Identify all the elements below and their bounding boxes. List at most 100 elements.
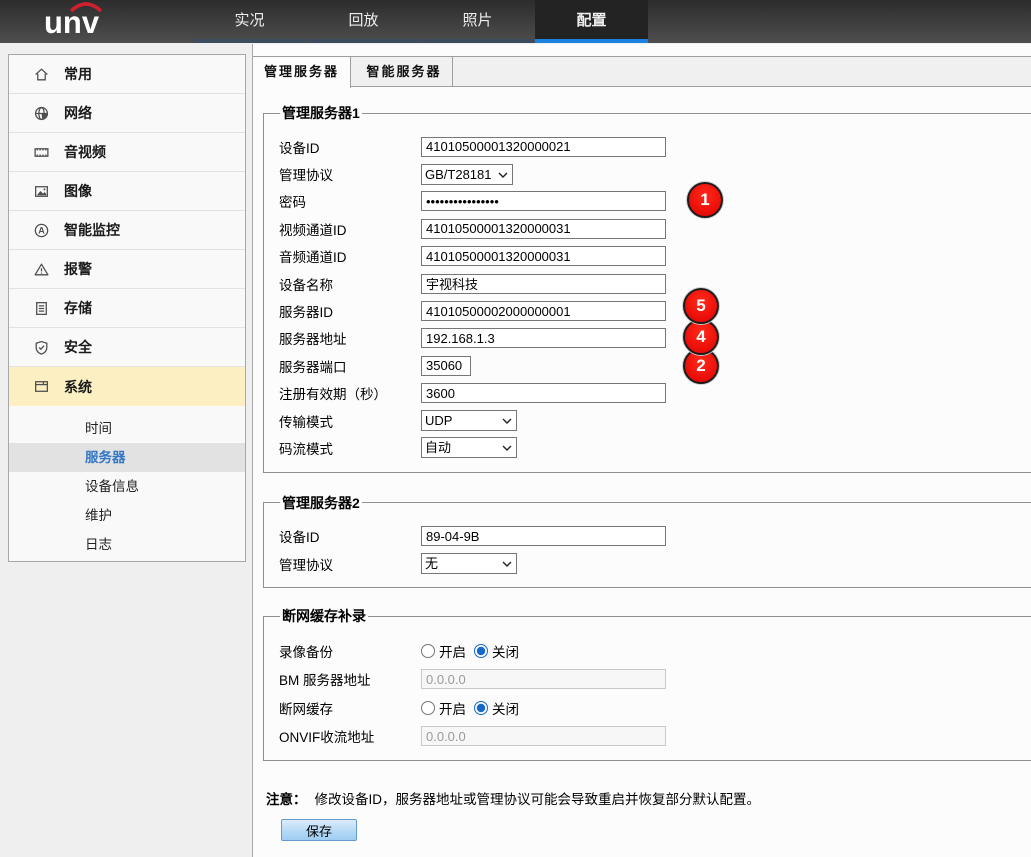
sidebar-subitem-device-info[interactable]: 设备信息 [9, 472, 245, 501]
offline-cache-off-radio[interactable] [474, 701, 488, 715]
form-row: 设备ID [279, 523, 1031, 550]
form-row: ONVIF收流地址 [279, 722, 1031, 751]
tab-management-server[interactable]: 管理服务器 [253, 57, 351, 88]
note-prefix: 注意： [266, 792, 307, 807]
storage-icon [33, 300, 50, 317]
sidebar-subitem-maintenance[interactable]: 维护 [9, 501, 245, 530]
sidebar-item-alarm[interactable]: 报警 [9, 250, 245, 289]
audio-channel-id-input[interactable] [421, 246, 666, 266]
form-row: 录像备份 开启 关闭 [279, 636, 1031, 665]
offline-cache-section: 断网缓存补录 录像备份 开启 关闭 BM 服务器地址 断网缓存 开启 [263, 606, 1031, 761]
form-row: 服务器ID [279, 297, 1031, 324]
stream-mode-label: 码流模式 [279, 438, 421, 458]
form-row: 注册有效期（秒） [279, 380, 1031, 407]
image-icon [33, 183, 50, 200]
server-address-label: 服务器地址 [279, 328, 421, 348]
sidebar-item-system[interactable]: 系统 [9, 367, 245, 406]
sidebar-subitem-log[interactable]: 日志 [9, 530, 245, 559]
offline-cache-off-label[interactable]: 关闭 [492, 698, 519, 718]
video-channel-id-label: 视频通道ID [279, 219, 421, 239]
sidebar-item-image[interactable]: 图像 [9, 172, 245, 211]
onvif-address-label: ONVIF收流地址 [279, 726, 421, 746]
device-id-input[interactable] [421, 137, 666, 157]
device-id2-label: 设备ID [279, 526, 421, 546]
tab-smart-server[interactable]: 智能服务器 [355, 57, 453, 87]
server-port-label: 服务器端口 [279, 356, 421, 376]
form-row: 码流模式 自动 [279, 434, 1031, 461]
section-legend: 管理服务器1 [280, 103, 362, 123]
sidebar-system-submenu: 时间 服务器 设备信息 维护 日志 [9, 406, 245, 559]
protocol-label: 管理协议 [279, 164, 421, 184]
sidebar-item-storage[interactable]: 存储 [9, 289, 245, 328]
alarm-icon [33, 261, 50, 278]
note-text: 注意： 修改设备ID，服务器地址或管理协议可能会导致重启并恢复部分默认配置。 [266, 788, 1031, 808]
bm-server-address-label: BM 服务器地址 [279, 669, 421, 689]
protocol2-label: 管理协议 [279, 554, 421, 574]
offline-cache-label: 断网缓存 [279, 698, 421, 718]
record-backup-off-label[interactable]: 关闭 [492, 641, 519, 661]
device-name-input[interactable] [421, 274, 666, 294]
password-input[interactable] [421, 191, 666, 211]
offline-cache-on-radio[interactable] [421, 701, 435, 715]
offline-cache-on-label[interactable]: 开启 [439, 698, 466, 718]
server-address-input[interactable] [421, 328, 666, 348]
server-port-input[interactable] [421, 356, 471, 376]
nav-tab-playback[interactable]: 回放 [307, 0, 420, 43]
sidebar-item-smart-monitoring[interactable]: A 智能监控 [9, 211, 245, 250]
server-id-input[interactable] [421, 301, 666, 321]
sidebar-item-common[interactable]: 常用 [9, 55, 245, 94]
form-row: 断网缓存 开启 关闭 [279, 693, 1031, 722]
main-panel: 管理服务器 智能服务器 管理服务器1 设备ID 管理协议 GB/T28181 [252, 44, 1031, 857]
register-validity-input[interactable] [421, 383, 666, 403]
nav-tab-live[interactable]: 实况 [193, 0, 306, 43]
management-server1-section: 管理服务器1 设备ID 管理协议 GB/T28181 密码 视频通道 [263, 103, 1031, 473]
device-name-label: 设备名称 [279, 274, 421, 294]
record-backup-on-label[interactable]: 开启 [439, 641, 466, 661]
system-icon [33, 378, 50, 395]
form-row: 管理协议 无 [279, 550, 1031, 577]
form-row: 视频通道ID [279, 215, 1031, 242]
transport-mode-select[interactable]: UDP [421, 410, 517, 431]
sidebar-subitem-server[interactable]: 服务器 [9, 443, 245, 472]
note-body: 修改设备ID，服务器地址或管理协议可能会导致重启并恢复部分默认配置。 [315, 792, 761, 807]
svg-text:A: A [38, 225, 45, 235]
bm-server-address-input [421, 669, 666, 689]
server-id-label: 服务器ID [279, 301, 421, 321]
management-server2-section: 管理服务器2 设备ID 管理协议 无 [263, 493, 1031, 589]
form-row: 设备ID [279, 133, 1031, 160]
record-backup-on-radio[interactable] [421, 644, 435, 658]
globe-icon [33, 105, 50, 122]
password-label: 密码 [279, 191, 421, 211]
annotation-badge-4: 4 [683, 319, 719, 355]
form-row: 设备名称 [279, 270, 1031, 297]
server-settings-form: 管理服务器1 设备ID 管理协议 GB/T28181 密码 视频通道 [253, 103, 1031, 841]
section-legend: 断网缓存补录 [280, 606, 368, 626]
protocol2-select[interactable]: 无 [421, 553, 517, 574]
sidebar-item-audio-video[interactable]: 音视频 [9, 133, 245, 172]
form-row: 服务器端口 [279, 352, 1031, 379]
logo-text: unv [44, 6, 134, 41]
form-row: 服务器地址 [279, 325, 1031, 352]
register-validity-label: 注册有效期（秒） [279, 383, 421, 403]
home-icon [33, 66, 50, 83]
annotation-badge-5: 5 [683, 288, 719, 324]
video-channel-id-input[interactable] [421, 219, 666, 239]
sidebar-item-network[interactable]: 网络 [9, 94, 245, 133]
record-backup-radio-group: 开启 关闭 [421, 641, 527, 661]
top-nav: 实况 回放 照片 配置 [193, 0, 649, 43]
sidebar-item-security[interactable]: 安全 [9, 328, 245, 367]
smart-monitor-icon: A [33, 222, 50, 239]
stream-mode-select[interactable]: 自动 [421, 437, 517, 458]
sidebar: 常用 网络 音视频 图像 A 智能监控 报警 存储 安全 系统 时间 服务器 设… [8, 54, 246, 562]
security-icon [33, 339, 50, 356]
sidebar-subitem-time[interactable]: 时间 [9, 414, 245, 443]
protocol-select[interactable]: GB/T28181 [421, 164, 513, 185]
device-id2-input[interactable] [421, 526, 666, 546]
annotation-badge-1: 1 [687, 182, 723, 218]
nav-tab-setup[interactable]: 配置 [535, 0, 648, 43]
section-legend: 管理服务器2 [280, 493, 362, 513]
save-button[interactable]: 保存 [281, 819, 357, 841]
record-backup-off-radio[interactable] [474, 644, 488, 658]
nav-tab-photo[interactable]: 照片 [421, 0, 534, 43]
form-row: 管理协议 GB/T28181 [279, 160, 1031, 187]
